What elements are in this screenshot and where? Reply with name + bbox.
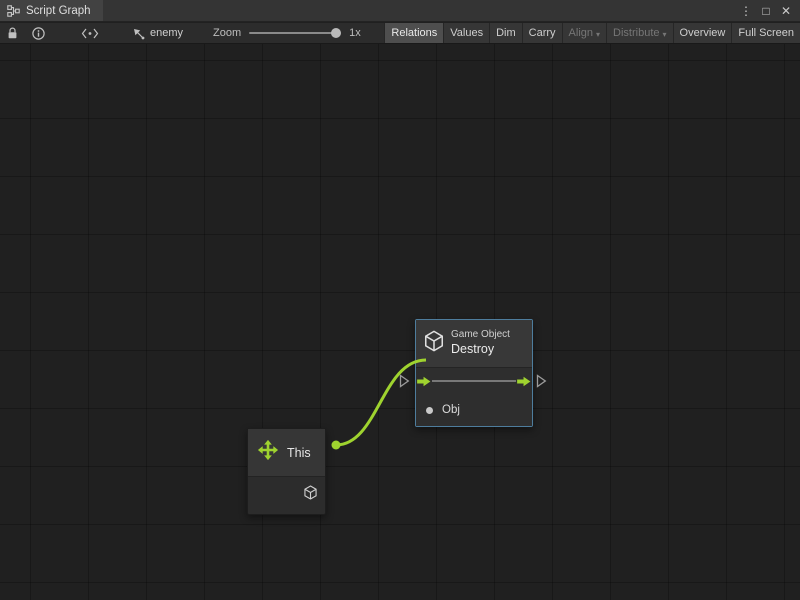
carry-button[interactable]: Carry: [522, 23, 562, 43]
graph-name: enemy: [150, 27, 183, 39]
graph-pointer-icon: [132, 23, 145, 44]
chevron-down-icon: ▾: [596, 30, 600, 39]
close-icon[interactable]: ✕: [778, 1, 794, 21]
code-expand-icon[interactable]: [74, 23, 106, 44]
script-graph-window: Script Graph ⋮ □ ✕: [0, 0, 800, 600]
full-screen-button[interactable]: Full Screen: [731, 23, 800, 43]
node-category: Game Object: [451, 329, 510, 342]
relation-line: [432, 380, 516, 382]
chevron-down-icon: ▾: [663, 30, 667, 39]
this-move-icon: [257, 439, 279, 466]
zoom-slider-track: [249, 32, 341, 34]
info-icon[interactable]: [25, 23, 52, 44]
overview-button[interactable]: Overview: [673, 23, 732, 43]
node-destroy-header[interactable]: Game Object Destroy: [416, 320, 532, 368]
obj-input-port[interactable]: [426, 407, 433, 414]
value-port-row: Obj: [416, 394, 532, 426]
output-port-row: [248, 477, 325, 514]
distribute-dropdown[interactable]: Distribute ▾: [606, 23, 672, 43]
flow-input-port[interactable]: [417, 376, 431, 387]
flow-exit-arrow-icon: [536, 374, 547, 388]
node-title: Destroy: [451, 342, 510, 358]
game-object-cube-icon: [424, 330, 444, 357]
zoom-control: Zoom 1x: [213, 27, 361, 39]
connection-wire: [0, 44, 800, 600]
node-title: This: [287, 446, 311, 460]
values-button[interactable]: Values: [443, 23, 489, 43]
graph-canvas[interactable]: Game Object Destroy O: [0, 44, 800, 600]
dim-button[interactable]: Dim: [489, 23, 522, 43]
graph-toolbar: enemy Zoom 1x Relations Values Dim Carry: [0, 23, 800, 44]
window-menu-icon[interactable]: ⋮: [738, 1, 754, 21]
flow-output-port[interactable]: [517, 376, 531, 387]
zoom-slider[interactable]: [249, 27, 341, 39]
window-controls: ⋮ □ ✕: [738, 0, 800, 21]
toolbar-buttons: Relations Values Dim Carry Align ▾ Distr…: [384, 23, 800, 43]
tab-title: Script Graph: [26, 5, 91, 17]
node-this[interactable]: This: [247, 428, 326, 515]
relations-button[interactable]: Relations: [384, 23, 443, 43]
maximize-icon[interactable]: □: [758, 1, 774, 21]
zoom-slider-handle[interactable]: [331, 28, 341, 38]
obj-port-label: Obj: [442, 404, 460, 416]
node-this-header[interactable]: This: [248, 429, 325, 477]
node-destroy[interactable]: Game Object Destroy O: [415, 319, 533, 427]
tab-script-graph[interactable]: Script Graph: [0, 0, 103, 21]
flow-port-row: [416, 368, 532, 394]
zoom-label: Zoom: [213, 27, 241, 39]
graph-breadcrumb[interactable]: enemy: [132, 23, 183, 44]
zoom-value: 1x: [349, 27, 361, 39]
flow-entry-arrow-icon: [399, 374, 410, 388]
lock-icon[interactable]: [0, 23, 25, 44]
align-dropdown[interactable]: Align ▾: [562, 23, 606, 43]
script-graph-icon: [7, 5, 20, 17]
window-titlebar: Script Graph ⋮ □ ✕: [0, 0, 800, 22]
game-object-output-port[interactable]: [304, 485, 317, 505]
